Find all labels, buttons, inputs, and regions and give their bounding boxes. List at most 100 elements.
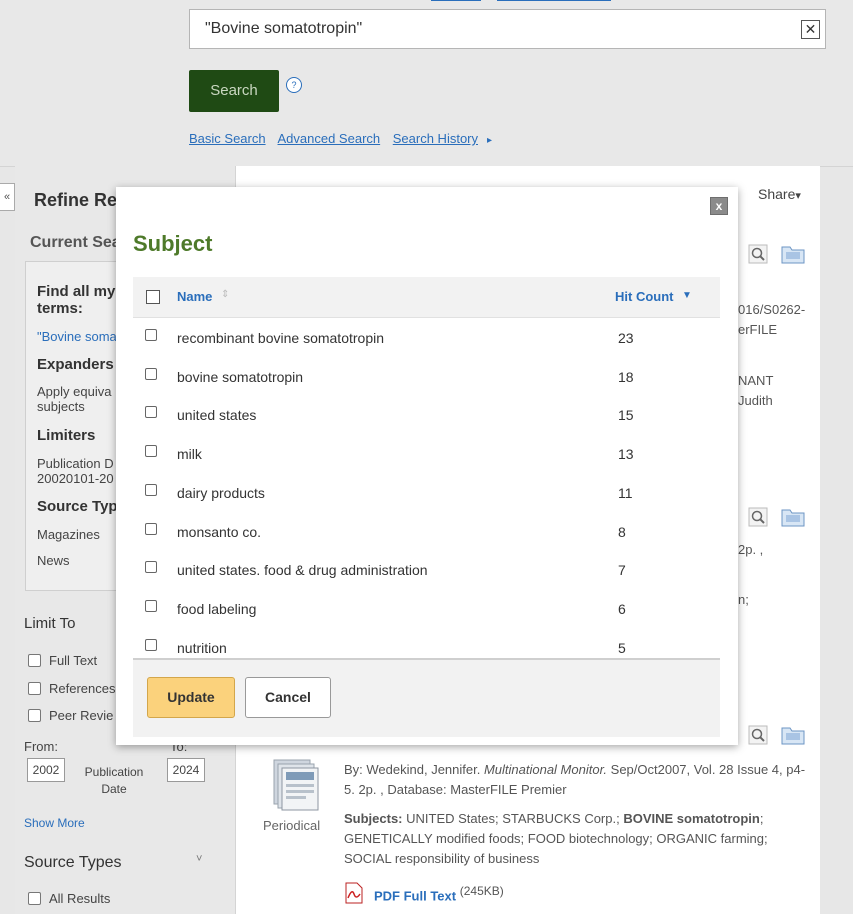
source-value-news: News: [37, 553, 70, 568]
subject-name: bovine somatotropin: [177, 369, 304, 385]
share-button[interactable]: Share▾: [758, 186, 801, 202]
row-checkbox[interactable]: [145, 368, 157, 380]
row-checkbox[interactable]: [145, 523, 157, 535]
table-row[interactable]: milk 13: [133, 434, 720, 474]
subject-name: monsanto co.: [177, 524, 262, 540]
result-3-byline: By: Wedekind, Jennifer. Multinational Mo…: [344, 760, 809, 800]
to-year-input[interactable]: 2024: [167, 758, 205, 782]
clear-search-icon[interactable]: ✕: [801, 20, 820, 39]
collapse-panel-button[interactable]: «: [0, 183, 15, 211]
search-button[interactable]: Search: [189, 70, 279, 112]
result-2-fragment: 2p. ,: [738, 542, 764, 557]
source-value-magazines: Magazines: [37, 527, 100, 542]
add-to-folder-icon[interactable]: [781, 242, 805, 264]
update-button[interactable]: Update: [147, 677, 235, 718]
table-row[interactable]: united states 15: [133, 395, 720, 435]
expanders-value-line2: subjects: [37, 399, 85, 414]
sort-icon[interactable]: ⇕: [221, 289, 229, 300]
expanders-heading: Expanders: [37, 356, 114, 373]
table-row[interactable]: bovine somatotropin 18: [133, 357, 720, 397]
table-row[interactable]: united states. food & drug administratio…: [133, 550, 720, 590]
publication-type-label: Periodical: [263, 818, 321, 833]
subjects-text: UNITED States; STARBUCKS Corp.;: [402, 811, 624, 826]
hit-count: 7: [618, 562, 626, 578]
all-results-label: All Results: [49, 891, 111, 906]
preview-magnifier-icon[interactable]: [748, 244, 768, 264]
preview-magnifier-icon[interactable]: [748, 725, 768, 745]
select-all-checkbox[interactable]: [146, 290, 160, 304]
limit-full-text[interactable]: Full Text: [28, 653, 97, 668]
periodical-thumbnail-icon[interactable]: [270, 758, 322, 812]
hit-count: 13: [618, 446, 634, 462]
result-1-fragment: NANT: [738, 373, 774, 388]
sort-desc-icon[interactable]: ▼: [682, 290, 692, 301]
chevron-down-icon[interactable]: ˅: [196, 853, 202, 865]
table-row[interactable]: dairy products 11: [133, 473, 720, 513]
search-input-value: "Bovine somatotropin": [205, 20, 363, 37]
limit-peer-reviewed[interactable]: Peer Revie: [28, 708, 113, 723]
subject-name: recombinant bovine somatotropin: [177, 330, 385, 346]
source-types-title[interactable]: Source Types: [24, 854, 122, 872]
pdf-full-text-label[interactable]: PDF Full Text: [374, 888, 456, 903]
column-header-hit-count[interactable]: Hit Count: [615, 289, 673, 304]
advanced-search-link[interactable]: Advanced Search: [278, 131, 381, 146]
row-checkbox[interactable]: [145, 600, 157, 612]
all-results-checkbox[interactable]: [28, 892, 41, 905]
row-checkbox[interactable]: [145, 406, 157, 418]
full-text-label: Full Text: [49, 653, 98, 668]
add-to-folder-icon[interactable]: [781, 723, 805, 745]
cancel-button[interactable]: Cancel: [245, 677, 331, 718]
row-checkbox[interactable]: [145, 329, 157, 341]
add-to-folder-icon[interactable]: [781, 505, 805, 527]
references-checkbox[interactable]: [28, 682, 41, 695]
row-checkbox[interactable]: [145, 484, 157, 496]
search-history-link[interactable]: Search History: [393, 131, 478, 146]
basic-search-link[interactable]: Basic Search: [189, 131, 266, 146]
dialog-title: Subject: [133, 231, 213, 256]
peer-reviewed-checkbox[interactable]: [28, 709, 41, 722]
row-checkbox[interactable]: [145, 639, 157, 651]
hit-count: 15: [618, 407, 634, 423]
help-icon[interactable]: ?: [286, 77, 302, 93]
preview-magnifier-icon[interactable]: [748, 507, 768, 527]
show-more-link[interactable]: Show More: [24, 816, 85, 830]
pdf-full-text-link[interactable]: PDF Full Text (245KB): [374, 884, 504, 903]
all-results-option[interactable]: All Results: [28, 891, 110, 906]
refine-results-title: Refine Re: [34, 190, 118, 210]
current-search-box: Find all my terms: "Bovine soma Expander…: [25, 261, 125, 591]
expanders-value: Apply equiva subjects: [37, 384, 111, 414]
result-2-fragment: n;: [738, 592, 749, 607]
hit-count: 6: [618, 601, 626, 617]
byline-author: By: Wedekind, Jennifer.: [344, 762, 484, 777]
table-row[interactable]: recombinant bovine somatotropin 23: [133, 318, 720, 358]
result-1-fragment: 016/S0262-: [738, 302, 806, 317]
full-text-checkbox[interactable]: [28, 654, 41, 667]
subjects-label: Subjects:: [344, 811, 403, 826]
search-history-arrow-icon: ▸: [487, 135, 493, 146]
limit-references[interactable]: References: [28, 681, 115, 696]
subject-name: nutrition: [177, 640, 227, 656]
row-checkbox[interactable]: [145, 445, 157, 457]
limiters-value: Publication D 20020101-20: [37, 456, 114, 486]
close-icon[interactable]: x: [710, 197, 728, 215]
pdf-icon[interactable]: [344, 882, 364, 904]
subject-list[interactable]: recombinant bovine somatotropin 23 bovine…: [133, 318, 720, 658]
find-all-term-link[interactable]: "Bovine soma: [37, 329, 117, 344]
row-checkbox[interactable]: [145, 561, 157, 573]
table-row[interactable]: food labeling 6: [133, 589, 720, 629]
limiters-heading: Limiters: [37, 427, 96, 444]
subject-name: milk: [177, 446, 202, 462]
hit-count: 18: [618, 369, 634, 385]
subject-name: dairy products: [177, 485, 265, 501]
hit-count: 5: [618, 640, 626, 656]
table-row[interactable]: monsanto co. 8: [133, 512, 720, 552]
from-year-input[interactable]: 2002: [27, 758, 65, 782]
subject-name: food labeling: [177, 601, 257, 617]
current-search-title: Current Sea: [30, 234, 121, 251]
result-1-fragment: erFILE: [738, 322, 778, 337]
limit-to-title: Limit To: [24, 615, 76, 632]
table-row[interactable]: nutrition 5: [133, 628, 720, 658]
hit-count: 8: [618, 524, 626, 540]
column-header-name[interactable]: Name: [177, 289, 212, 304]
result-1-fragment: Judith: [738, 393, 773, 408]
